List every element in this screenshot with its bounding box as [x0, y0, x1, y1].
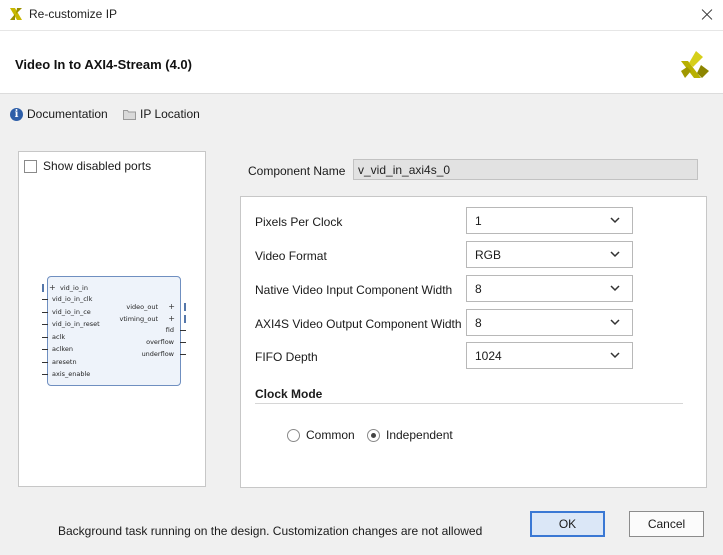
chevron-down-icon	[610, 217, 620, 224]
pin	[180, 354, 186, 355]
bus-marker	[42, 284, 44, 292]
chevron-down-icon	[610, 251, 620, 258]
cancel-button[interactable]: Cancel	[629, 511, 704, 537]
documentation-label: Documentation	[27, 107, 108, 121]
show-disabled-ports-label: Show disabled ports	[43, 159, 152, 173]
port-vid-io-in-clk: vid_io_in_clk	[52, 295, 93, 303]
pin	[180, 330, 186, 331]
bus-marker	[184, 315, 186, 323]
radio-label: Common	[306, 428, 355, 442]
expand-icon[interactable]: +	[168, 303, 175, 311]
bus-marker	[184, 303, 186, 311]
pixels-per-clock-select[interactable]: 1	[466, 207, 633, 234]
select-value: RGB	[475, 248, 502, 262]
window-title: Re-customize IP	[29, 7, 118, 21]
component-name-field[interactable]: v_vid_in_axi4s_0	[353, 159, 698, 180]
select-value: 8	[475, 282, 482, 296]
chevron-down-icon	[610, 319, 620, 326]
select-value: 1	[475, 214, 482, 228]
port-vid-io-in-ce: vid_io_in_ce	[52, 308, 91, 316]
native-video-width-select[interactable]: 8	[466, 275, 633, 302]
pin	[42, 349, 48, 350]
xilinx-brand-icon	[681, 51, 709, 78]
ip-symbol-panel: Show disabled ports + vid_io_in vid_io_i…	[18, 151, 206, 487]
pixels-per-clock-label: Pixels Per Clock	[255, 215, 343, 229]
radio-circle[interactable]	[287, 428, 300, 442]
ip-header: Video In to AXI4-Stream (4.0)	[0, 30, 723, 94]
pin	[180, 342, 186, 343]
folder-icon	[123, 109, 136, 120]
radio-circle-selected[interactable]	[367, 428, 380, 442]
video-format-label: Video Format	[255, 249, 327, 263]
axi4s-output-width-select[interactable]: 8	[466, 309, 633, 336]
xilinx-logo-icon	[10, 8, 22, 20]
checkbox-box[interactable]	[24, 159, 37, 173]
radio-label: Independent	[386, 428, 453, 442]
ip-title: Video In to AXI4-Stream (4.0)	[15, 57, 192, 72]
port-overflow: overflow	[146, 338, 174, 346]
port-vtiming-out: vtiming_out	[119, 315, 158, 323]
port-aclken: aclken	[52, 345, 74, 353]
ok-button[interactable]: OK	[530, 511, 605, 537]
title-bar: Re-customize IP	[0, 0, 723, 30]
port-video-out: video_out	[126, 303, 158, 311]
port-aclk: aclk	[52, 333, 66, 341]
ip-location-link[interactable]: IP Location	[123, 107, 200, 121]
component-name-label: Component Name	[248, 164, 346, 178]
axi4s-output-width-label: AXI4S Video Output Component Width	[255, 317, 462, 331]
port-vid-io-in: vid_io_in	[60, 284, 88, 292]
close-icon[interactable]	[694, 3, 720, 27]
ip-location-label: IP Location	[140, 107, 200, 121]
expand-icon[interactable]: +	[49, 284, 56, 292]
ip-symbol-block: + vid_io_in vid_io_in_clk vid_io_in_ce v…	[42, 276, 186, 386]
clock-mode-independent-radio[interactable]: Independent	[367, 428, 453, 442]
select-value: 8	[475, 316, 482, 330]
native-video-width-label: Native Video Input Component Width	[255, 283, 453, 297]
pin	[42, 374, 48, 375]
port-fid: fid	[165, 326, 174, 334]
video-format-select[interactable]: RGB	[466, 241, 633, 268]
chevron-down-icon	[610, 285, 620, 292]
show-disabled-ports-checkbox[interactable]: Show disabled ports	[24, 159, 151, 173]
documentation-link[interactable]: i Documentation	[10, 107, 108, 121]
fifo-depth-label: FIFO Depth	[255, 350, 318, 364]
fifo-depth-select[interactable]: 1024	[466, 342, 633, 369]
info-icon: i	[10, 107, 23, 121]
expand-icon[interactable]: +	[168, 315, 175, 323]
settings-panel: Pixels Per Clock 1 Video Format RGB Nati…	[240, 196, 707, 488]
port-underflow: underflow	[141, 350, 174, 358]
pin	[42, 337, 48, 338]
chevron-down-icon	[610, 352, 620, 359]
divider	[255, 403, 683, 404]
port-axis-enable: axis_enable	[52, 370, 91, 378]
status-message: Background task running on the design. C…	[58, 524, 483, 538]
pin	[42, 362, 48, 363]
pin	[42, 324, 48, 325]
select-value: 1024	[475, 349, 502, 363]
port-aresetn: aresetn	[52, 358, 77, 366]
clock-mode-common-radio[interactable]: Common	[287, 428, 355, 442]
pin	[42, 299, 48, 300]
port-vid-io-in-reset: vid_io_in_reset	[52, 320, 100, 328]
pin	[42, 312, 48, 313]
clock-mode-title: Clock Mode	[255, 387, 323, 401]
